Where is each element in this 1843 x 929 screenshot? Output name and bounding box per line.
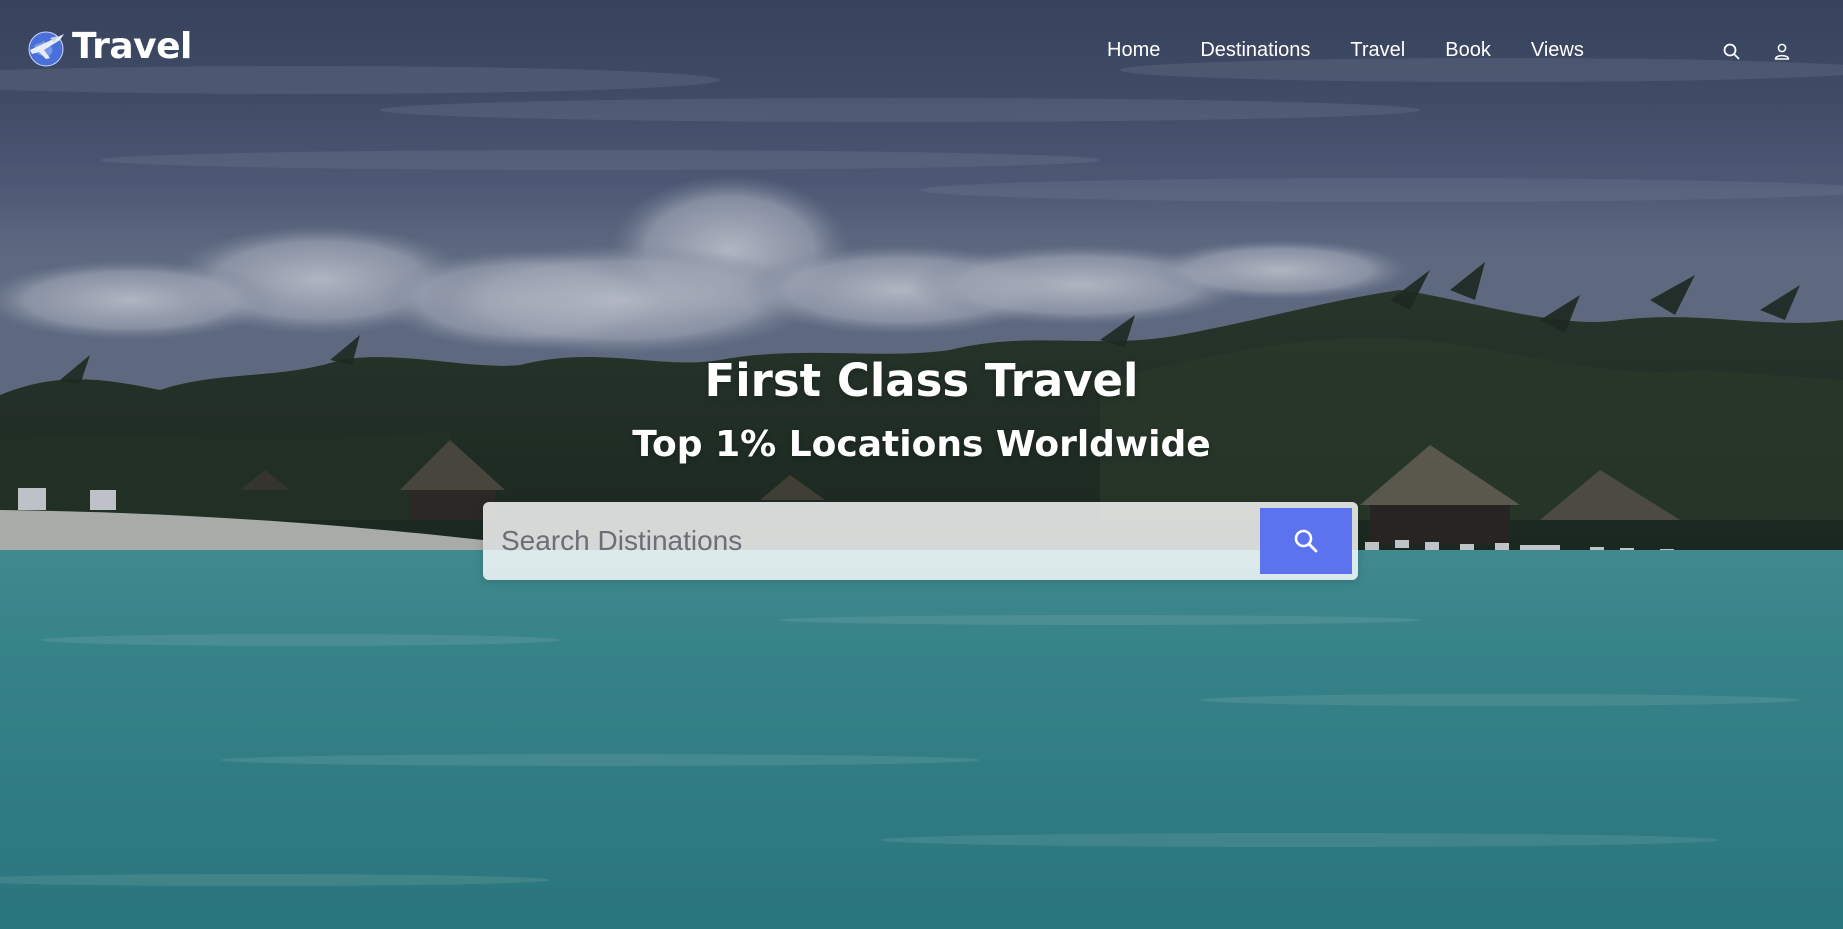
nav-search-button[interactable] [1720, 40, 1742, 62]
nav-link-book[interactable]: Book [1445, 36, 1491, 64]
nav-link-destinations[interactable]: Destinations [1200, 36, 1310, 64]
landing-page: Travel Home Destinations Travel Book Vie… [0, 0, 1843, 929]
brand-name: Travel [72, 26, 192, 67]
search-icon [1294, 529, 1318, 553]
destination-search-form [483, 502, 1358, 580]
nav-link-views[interactable]: Views [1531, 36, 1584, 64]
hero-subtitle: Top 1% Locations Worldwide [632, 424, 1211, 465]
nav-item: Views [1531, 36, 1584, 64]
plane-globe-icon [28, 31, 64, 67]
navbar: Travel Home Destinations Travel Book Vie… [0, 0, 1843, 100]
main-nav: Home Destinations Travel Book Views [1107, 36, 1584, 64]
nav-item: Home [1107, 36, 1200, 64]
hero-title: First Class Travel [704, 354, 1139, 407]
nav-user-button[interactable] [1771, 40, 1793, 62]
user-icon [1774, 43, 1790, 60]
brand-logo-link[interactable]: Travel [24, 24, 192, 70]
nav-item: Travel [1350, 36, 1445, 64]
nav-item: Destinations [1200, 36, 1350, 64]
search-icon [1723, 43, 1739, 59]
search-submit-button[interactable] [1260, 508, 1352, 574]
nav-link-travel[interactable]: Travel [1350, 36, 1405, 64]
nav-item: Book [1445, 36, 1531, 64]
destination-search-input[interactable] [483, 502, 1259, 580]
nav-link-home[interactable]: Home [1107, 36, 1160, 64]
